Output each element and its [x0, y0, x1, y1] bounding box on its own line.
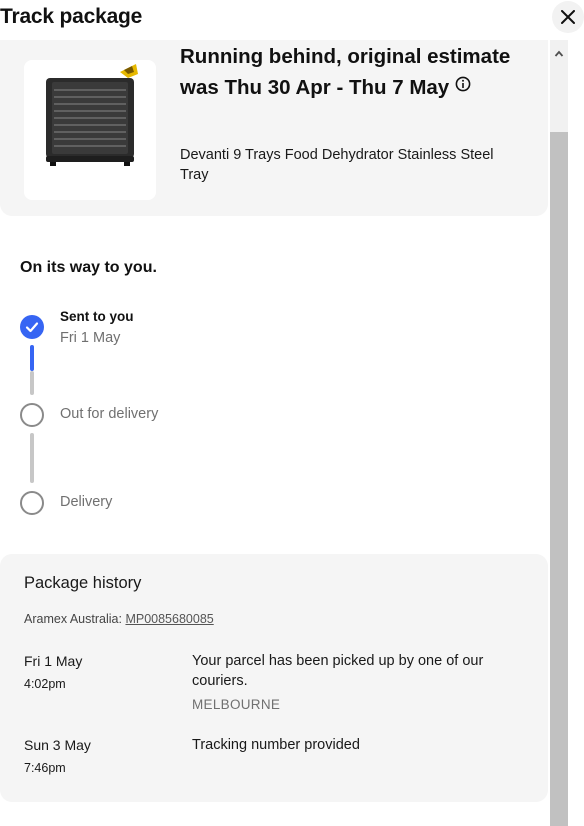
step-date-sent: Fri 1 May	[60, 330, 121, 346]
step-label-out-for-delivery: Out for delivery	[60, 406, 159, 422]
item-title[interactable]: Devanti 9 Trays Food Dehydrator Stainles…	[180, 145, 520, 185]
scroll-up-arrow-icon[interactable]	[550, 40, 568, 68]
food-dehydrator-image	[46, 64, 138, 166]
close-button[interactable]	[552, 1, 584, 33]
event-time: 4:02pm	[24, 677, 66, 691]
event-date: Sun 3 May	[24, 737, 91, 753]
modal-content[interactable]: Running behind, original estimate was Th…	[0, 40, 550, 826]
carrier-line: Aramex Australia: MP0085680085	[24, 612, 214, 626]
tracking-number-link[interactable]: MP0085680085	[125, 612, 213, 626]
step-label-sent: Sent to you	[60, 309, 134, 324]
event-time: 7:46pm	[24, 761, 66, 775]
scrollbar[interactable]	[550, 40, 568, 826]
event-location: MELBOURNE	[192, 697, 281, 712]
package-history-title: Package history	[24, 574, 142, 592]
modal-title: Track package	[0, 5, 143, 28]
progress-rail-pending	[30, 371, 34, 395]
progress-heading: On its way to you.	[20, 259, 157, 276]
modal-header: Track package	[0, 0, 584, 40]
package-history-card: Package history Aramex Australia: MP0085…	[0, 554, 548, 802]
step-done-check-icon	[20, 315, 44, 339]
item-summary-card: Running behind, original estimate was Th…	[0, 40, 548, 216]
event-description: Your parcel has been picked up by one of…	[192, 653, 484, 689]
step-pending-circle-icon	[20, 491, 44, 515]
info-icon[interactable]	[455, 72, 471, 101]
event-description: Tracking number provided	[192, 737, 360, 753]
step-pending-circle-icon	[20, 403, 44, 427]
close-icon	[561, 10, 575, 24]
step-label-delivery: Delivery	[60, 494, 113, 510]
item-thumbnail[interactable]	[24, 60, 156, 200]
scrollbar-thumb[interactable]	[550, 132, 568, 826]
carrier-name: Aramex Australia:	[24, 612, 122, 626]
progress-rail-done	[30, 345, 34, 371]
progress-rail-pending	[30, 433, 34, 483]
delivery-status-heading: Running behind, original estimate was Th…	[180, 43, 520, 102]
event-date: Fri 1 May	[24, 653, 83, 669]
